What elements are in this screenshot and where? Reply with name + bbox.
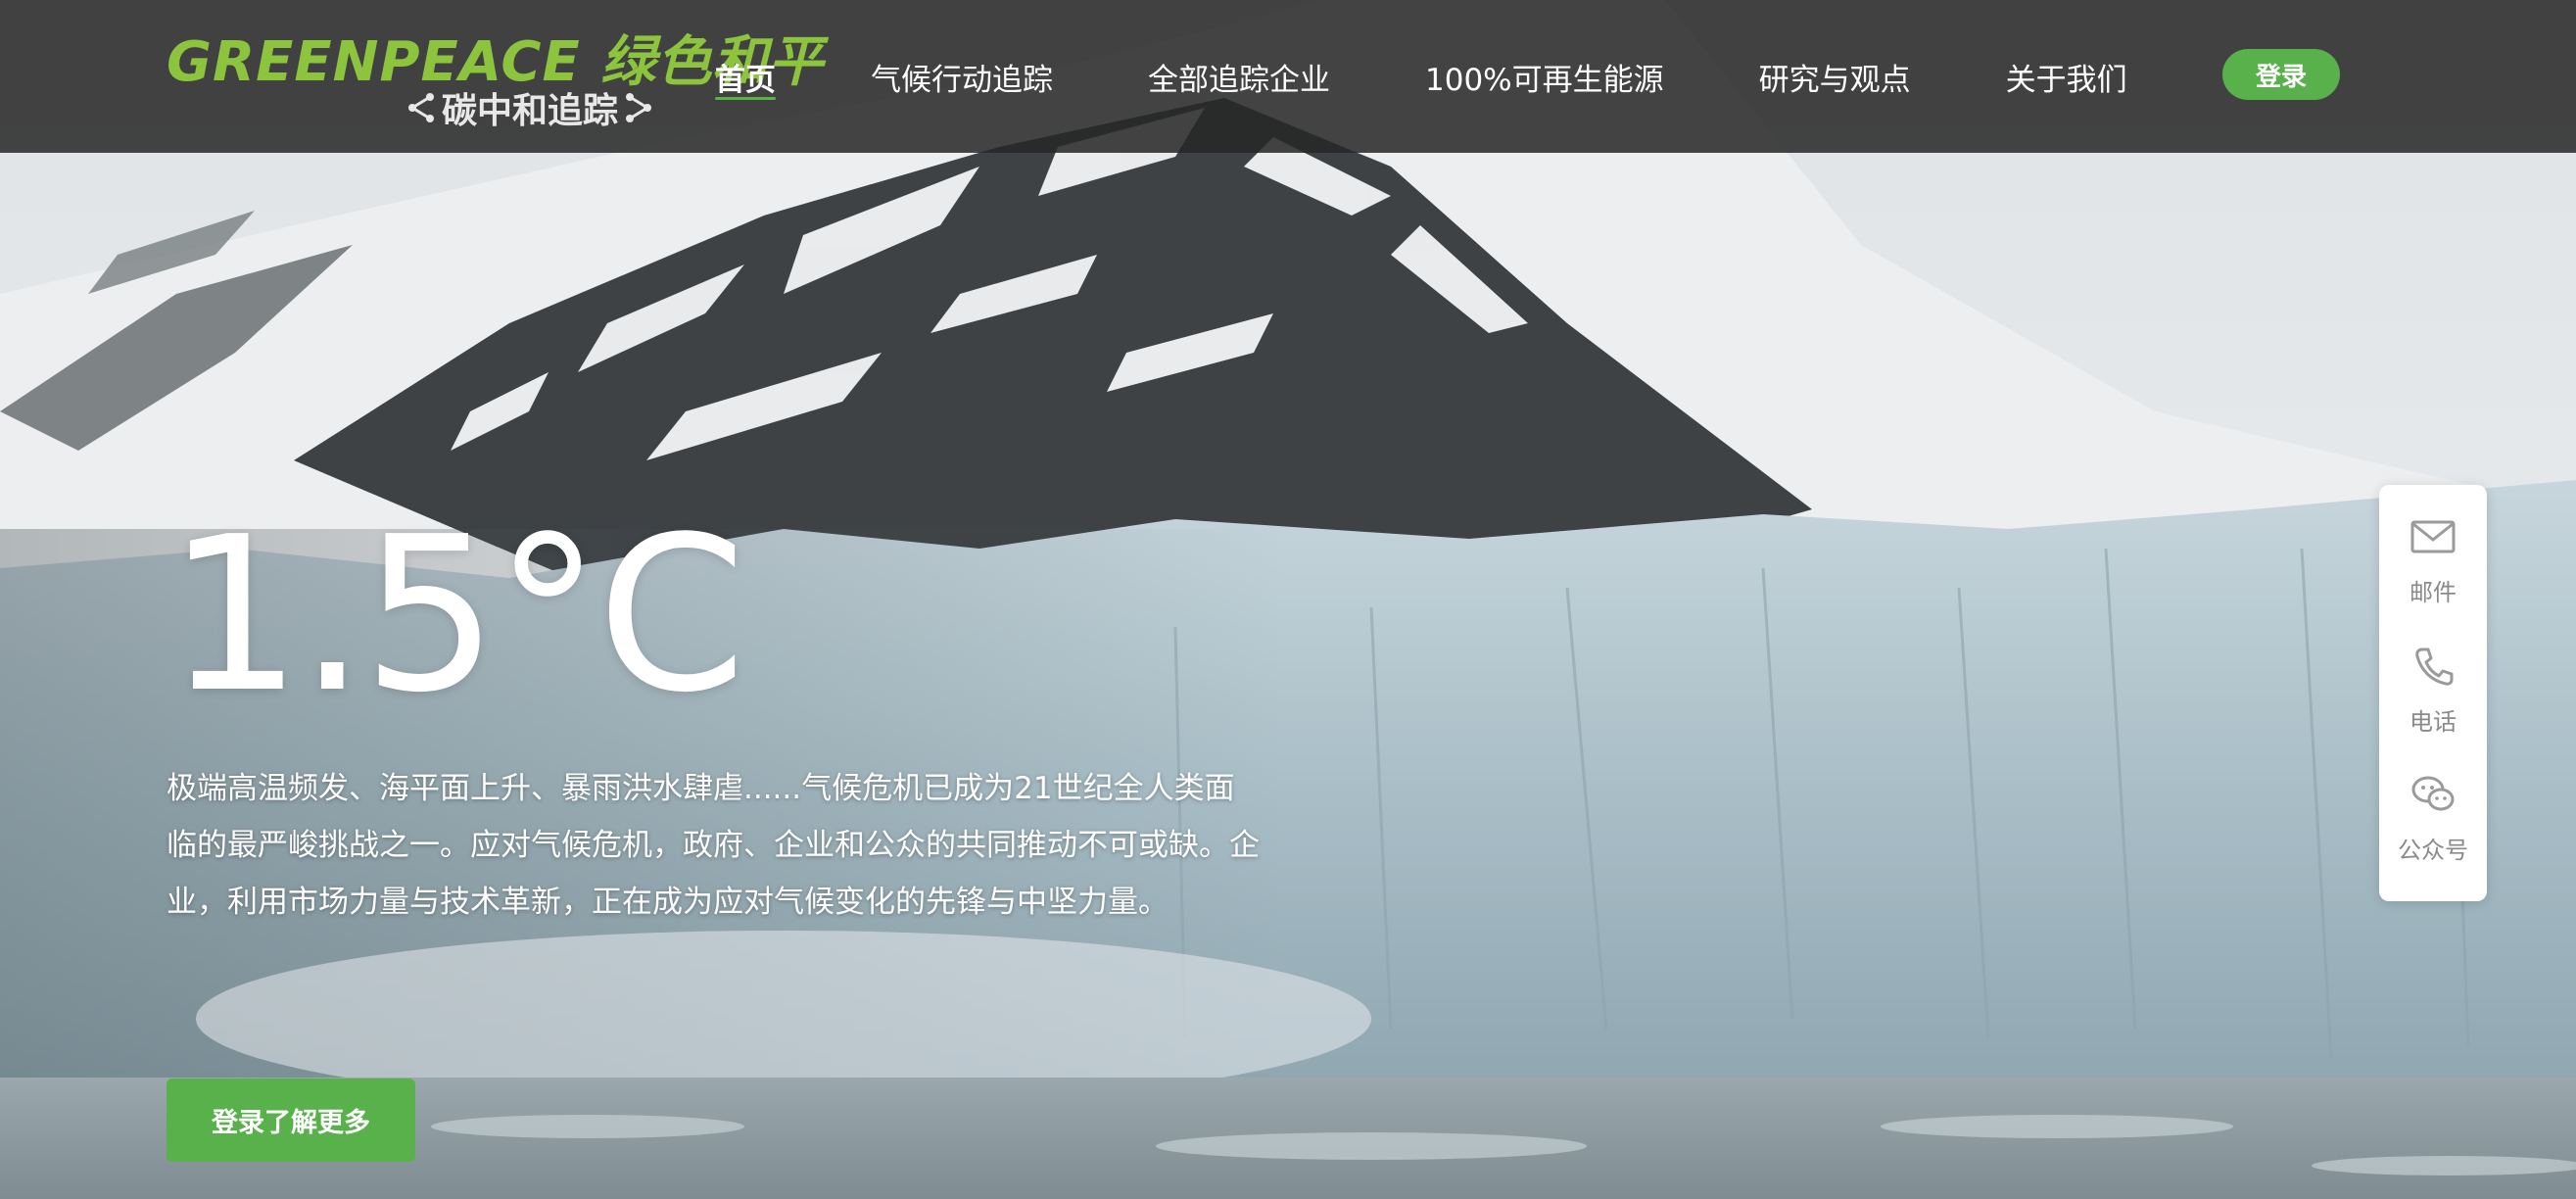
contact-side-panel: 邮件 电话 公众号 <box>2379 485 2487 901</box>
login-button[interactable]: 登录 <box>2222 49 2340 100</box>
nav-item-research-insights[interactable]: 研究与观点 <box>1759 0 1911 153</box>
side-item-mail-label: 邮件 <box>2409 579 2457 606</box>
phone-icon <box>2415 647 2454 686</box>
side-item-mail[interactable]: 邮件 <box>2379 514 2487 644</box>
side-item-wechat-label: 公众号 <box>2398 837 2468 865</box>
side-item-phone[interactable]: 电话 <box>2379 644 2487 773</box>
greenpeace-logo[interactable]: GREENPEACE 绿色和平 碳中和追踪 <box>167 18 823 133</box>
logo-subtitle: 碳中和追踪 <box>406 82 653 133</box>
nav-item-climate-action-tracking[interactable]: 气候行动追踪 <box>871 0 1053 153</box>
nav-item-renewable-energy[interactable]: 100%可再生能源 <box>1425 0 1664 153</box>
nav-item-home[interactable]: 首页 <box>715 0 776 153</box>
hero-title: 1.5°C <box>167 492 746 740</box>
main-nav: 首页 气候行动追踪 全部追踪企业 100%可再生能源 研究与观点 关于我们 <box>715 0 2127 153</box>
top-navigation-bar: GREENPEACE 绿色和平 碳中和追踪 首页 气候行动追踪 全部追踪企业 1… <box>0 0 2576 153</box>
share-nodes-icon-right <box>626 93 652 122</box>
share-nodes-icon <box>408 93 434 122</box>
wechat-icon <box>2411 776 2455 811</box>
logo-subtitle-text: 碳中和追踪 <box>442 91 619 131</box>
mail-icon <box>2410 520 2456 553</box>
side-item-phone-label: 电话 <box>2409 707 2457 736</box>
hero-description: 极端高温频发、海平面上升、暴雨洪水肆虐......气候危机已成为21世纪全人类面… <box>167 771 1260 920</box>
nav-item-about-us[interactable]: 关于我们 <box>2006 0 2127 153</box>
login-learn-more-button[interactable]: 登录了解更多 <box>167 1079 415 1162</box>
side-item-wechat[interactable]: 公众号 <box>2379 772 2487 901</box>
nav-item-all-tracked-companies[interactable]: 全部追踪企业 <box>1148 0 1330 153</box>
